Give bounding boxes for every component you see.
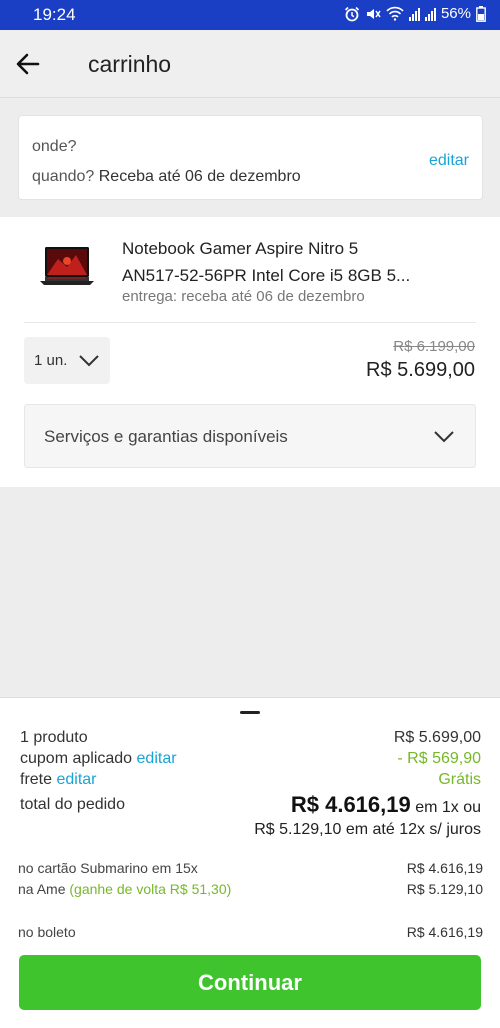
delivery-where-label: onde? xyxy=(32,138,77,155)
order-summary: 1 produto R$ 5.699,00 cupom aplicado edi… xyxy=(0,697,500,1028)
status-time: 19:24 xyxy=(33,5,76,24)
shipping-label: frete xyxy=(20,771,53,788)
shipping-value: Grátis xyxy=(438,771,481,788)
card-value: R$ 4.616,19 xyxy=(406,860,483,876)
delivery-when: quando? Receba até 06 de dezembro xyxy=(32,168,301,186)
coupon-label: cupom aplicado xyxy=(20,750,133,767)
summary-shipping-row: frete editar Grátis xyxy=(20,771,481,789)
app-bar: carrinho xyxy=(0,30,500,98)
ame-value: R$ 5.129,10 xyxy=(406,881,483,897)
payment-card-row: no cartão Submarino em 15x R$ 4.616,19 xyxy=(18,860,483,876)
signal-icon xyxy=(408,7,420,21)
old-price: R$ 6.199,00 xyxy=(393,338,475,355)
ame-cashback: (ganhe de volta R$ 51,30) xyxy=(69,881,232,897)
alarm-icon xyxy=(344,6,360,21)
product-name-line1: Notebook Gamer Aspire Nitro 5 xyxy=(122,239,359,258)
battery-percent: 56% xyxy=(440,5,471,22)
products-value: R$ 5.699,00 xyxy=(393,729,481,746)
battery-icon xyxy=(476,5,486,22)
signal-icon-2 xyxy=(424,7,436,21)
status-icons: 56% xyxy=(344,5,486,22)
drag-handle[interactable] xyxy=(240,711,260,714)
payment-ame-row: na Ame (ganhe de volta R$ 51,30) R$ 5.12… xyxy=(18,881,483,897)
summary-products-row: 1 produto R$ 5.699,00 xyxy=(20,729,481,747)
wifi-icon xyxy=(386,6,404,21)
boleto-value: R$ 4.616,19 xyxy=(406,924,483,940)
card-label: no cartão Submarino em 15x xyxy=(18,860,198,876)
total-suffix: em 1x ou xyxy=(415,799,481,816)
ame-label: na Ame xyxy=(18,881,66,897)
product-price: R$ 5.699,00 xyxy=(366,359,475,381)
coupon-value: - R$ 569,90 xyxy=(397,750,481,767)
product-name-line2: AN517-52-56PR Intel Core i5 8GB 5... xyxy=(122,266,411,285)
chevron-down-icon xyxy=(79,355,99,367)
total-line: R$ 4.616,19 em 1x ou xyxy=(291,792,481,818)
summary-coupon-row: cupom aplicado editar - R$ 569,90 xyxy=(20,750,481,768)
product-thumbnail[interactable] xyxy=(38,245,96,291)
chevron-down-icon xyxy=(434,431,454,443)
mute-icon xyxy=(366,8,381,19)
continue-button[interactable]: Continuar xyxy=(19,955,481,1010)
page-title: carrinho xyxy=(88,51,172,77)
shipping-edit-link[interactable]: editar xyxy=(56,771,96,788)
boleto-label: no boleto xyxy=(18,924,76,940)
products-label: 1 produto xyxy=(20,729,88,746)
product-name[interactable]: Notebook Gamer Aspire Nitro 5 AN517-52-5… xyxy=(122,235,482,289)
delivery-when-label: quando? xyxy=(32,168,95,185)
divider xyxy=(24,322,476,323)
quantity-select[interactable]: 1 un. xyxy=(24,337,110,384)
product-delivery: entrega: receba até 06 de dezembro xyxy=(122,288,365,305)
services-dropdown[interactable]: Serviços e garantias disponíveis xyxy=(24,404,476,468)
quantity-value: 1 un. xyxy=(34,352,68,369)
delivery-when-value: Receba até 06 de dezembro xyxy=(98,168,301,185)
total-value: R$ 4.616,19 xyxy=(290,792,411,817)
delivery-card: onde? quando? Receba até 06 de dezembro … xyxy=(18,115,483,200)
delivery-edit-link[interactable]: editar xyxy=(429,152,469,170)
total-label: total do pedido xyxy=(20,796,125,813)
arrow-left-icon[interactable] xyxy=(14,50,42,78)
services-label: Serviços e garantias disponíveis xyxy=(44,427,288,446)
cart-item: Notebook Gamer Aspire Nitro 5 AN517-52-5… xyxy=(0,217,500,487)
coupon-edit-link[interactable]: editar xyxy=(137,750,177,767)
status-bar: 19:24 56% xyxy=(0,0,500,30)
payment-boleto-row: no boleto R$ 4.616,19 xyxy=(18,924,483,940)
installments: R$ 5.129,10 em até 12x s/ juros xyxy=(254,821,481,838)
